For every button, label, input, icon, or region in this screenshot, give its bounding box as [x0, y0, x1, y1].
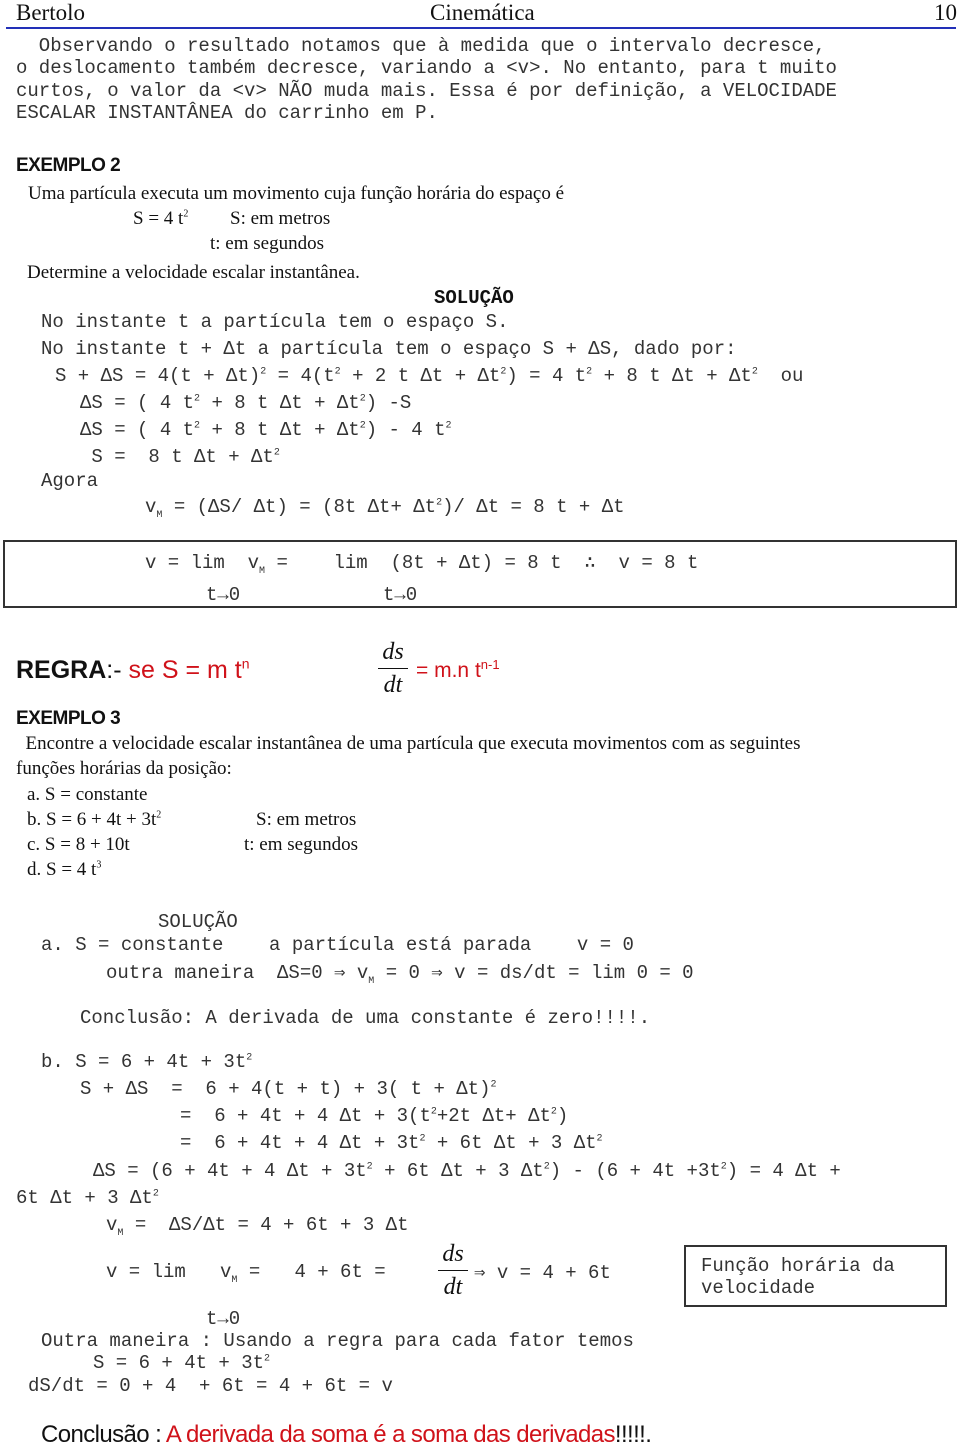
example2-step-5: ΔS = ( 4 t2 + 8 t Δt + Δt2) - 4 t2	[80, 419, 452, 441]
header-page-number: 10	[934, 0, 957, 25]
header-rule	[6, 27, 956, 29]
part-b-line-8: v = lim vM = 4 + 6t =	[106, 1261, 398, 1286]
part-b-line-11: S = 6 + 4t + 3t2	[93, 1352, 271, 1374]
header-author: Bertolo	[16, 0, 85, 25]
example2-step-7: Agora	[41, 470, 99, 492]
part-b-line-1: b. S = 6 + 4t + 3t2	[41, 1051, 253, 1073]
part-b-line-4: = 6 + 4t + 4 Δt + 3t2 + 6t Δt + 3 Δt2	[180, 1132, 603, 1154]
intro-line: ESCALAR INSTANTÂNEA do carrinho em P.	[16, 102, 438, 124]
example2-question: Determine a velocidade escalar instantân…	[27, 262, 360, 283]
limit-sub-2: t→0	[383, 584, 418, 606]
rule-derivative-fraction: ds dt	[378, 638, 408, 699]
part-b-line-12: dS/dt = 0 + 4 + 6t = 4 + 6t = v	[28, 1375, 393, 1397]
example3-statement-2: funções horárias da posição:	[16, 758, 232, 779]
part-a-conclusion: Conclusão: A derivada de uma constante é…	[80, 1007, 651, 1029]
example3-title: EXEMPLO 3	[16, 708, 121, 729]
example2-unit-t: t: em segundos	[210, 233, 324, 254]
intro-line: curtos, o valor da <v> NÃO muda mais. Es…	[16, 80, 837, 102]
part-b-line-8-result: ⇒ v = 4 + 6t	[474, 1262, 611, 1284]
example3-solution-label: SOLUÇÃO	[158, 911, 238, 933]
example2-statement: Uma partícula executa um movimento cuja …	[28, 183, 564, 204]
example2-solution-label: SOLUÇÃO	[434, 287, 514, 309]
example3-unit-t: t: em segundos	[244, 834, 358, 855]
example2-step-4: ΔS = ( 4 t2 + 8 t Δt + Δt2) -S	[80, 392, 412, 414]
part-b-line-6: 6t Δt + 3 Δt2	[16, 1187, 159, 1209]
part-b-line-2: S + ΔS = 6 + 4(t + t) + 3( t + Δt)2	[80, 1078, 497, 1100]
note-box-line-1: Função horária da	[701, 1255, 895, 1277]
intro-line: o deslocamento também decresce, variando…	[16, 57, 837, 79]
header-title: Cinemática	[430, 0, 535, 25]
example3-item-d: d. S = 4 t3	[27, 859, 102, 880]
limit-line-1: v = lim vM = lim (8t + Δt) = 8 t ∴ v = 8…	[145, 552, 699, 577]
rule-result: = m.n tn-1	[416, 657, 500, 682]
example3-statement-1: Encontre a velocidade escalar instantâne…	[16, 733, 801, 754]
example2-step-8: vM = (ΔS/ Δt) = (8t Δt+ Δt2)/ Δt = 8 t +…	[145, 496, 625, 521]
part-a-line-1: a. S = constante a partícula está parada…	[41, 934, 634, 956]
part-a-line-2: outra maneira ΔS=0 ⇒ vM = 0 ⇒ v = ds/dt …	[106, 962, 694, 987]
part-b-derivative-fraction: ds dt	[438, 1240, 468, 1301]
example2-title: EXEMPLO 2	[16, 155, 121, 176]
example2-step-2: No instante t + Δt a partícula tem o esp…	[41, 338, 737, 360]
final-conclusion: Conclusão : A derivada da soma é a soma …	[41, 1421, 652, 1448]
example2-step-1: No instante t a partícula tem o espaço S…	[41, 311, 509, 333]
example3-item-b: b. S = 6 + 4t + 3t2	[27, 809, 162, 830]
rule-statement: REGRA:- se S = m tn	[16, 655, 250, 684]
example2-step-3: S + ΔS = 4(t + Δt)2 = 4(t2 + 2 t Δt + Δt…	[55, 365, 804, 387]
limit-sub-1: t→0	[206, 584, 241, 606]
example3-item-c: c. S = 8 + 10t	[27, 834, 130, 855]
part-b-line-3: = 6 + 4t + 4 Δt + 3(t2+2t Δt+ Δt2)	[180, 1105, 569, 1127]
example3-unit-s: S: em metros	[256, 809, 357, 830]
part-b-line-5: ΔS = (6 + 4t + 4 Δt + 3t2 + 6t Δt + 3 Δt…	[93, 1160, 841, 1182]
part-b-line-9: t→0	[206, 1308, 241, 1330]
intro-line: Observando o resultado notamos que à med…	[16, 35, 826, 57]
part-b-line-7: vM = ΔS/Δt = 4 + 6t + 3 Δt	[106, 1214, 409, 1239]
example2-equation: S = 4 t2	[133, 208, 189, 229]
example2-unit-s: S: em metros	[230, 208, 331, 229]
part-b-line-10: Outra maneira : Usando a regra para cada…	[41, 1330, 634, 1352]
note-box-line-2: velocidade	[701, 1277, 816, 1299]
example2-step-6: S = 8 t Δt + Δt2	[80, 446, 280, 468]
example3-item-a: a. S = constante	[27, 784, 148, 805]
